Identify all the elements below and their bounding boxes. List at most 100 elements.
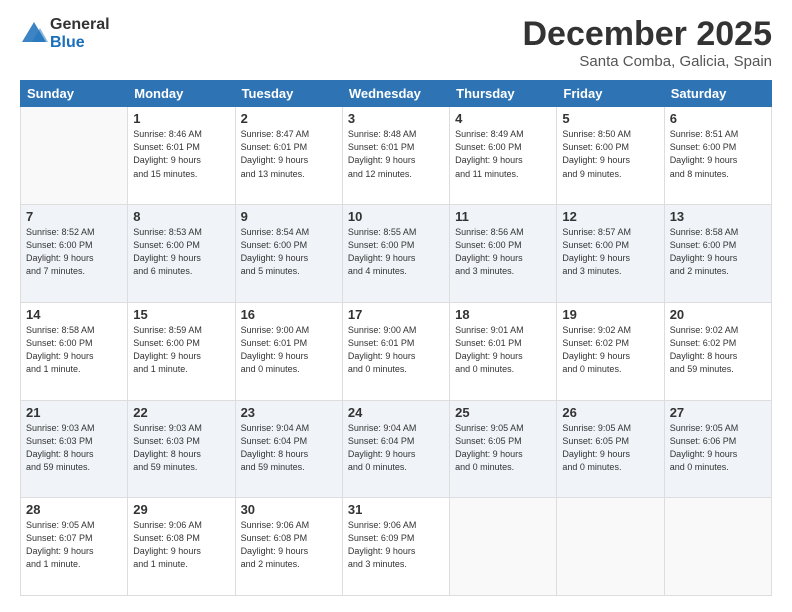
calendar-week-row: 14 Sunrise: 8:58 AM Sunset: 6:00 PM Dayli… bbox=[21, 302, 772, 400]
day-info: Sunrise: 8:48 AM Sunset: 6:01 PM Dayligh… bbox=[348, 128, 444, 180]
day-number: 26 bbox=[562, 405, 658, 420]
table-row: 18 Sunrise: 9:01 AM Sunset: 6:01 PM Dayli… bbox=[450, 302, 557, 400]
table-row: 7 Sunrise: 8:52 AM Sunset: 6:00 PM Daylig… bbox=[21, 205, 128, 303]
day-number: 6 bbox=[670, 111, 766, 126]
table-row: 29 Sunrise: 9:06 AM Sunset: 6:08 PM Dayli… bbox=[128, 498, 235, 596]
table-row: 30Sunrise: 9:06 AM Sunset: 6:08 PM Dayli… bbox=[235, 498, 342, 596]
day-number: 31 bbox=[348, 502, 444, 517]
day-info: Sunrise: 8:46 AM Sunset: 6:01 PM Dayligh… bbox=[133, 128, 229, 180]
header-thursday: Thursday bbox=[450, 81, 557, 107]
table-row: 14 Sunrise: 8:58 AM Sunset: 6:00 PM Dayli… bbox=[21, 302, 128, 400]
day-info: Sunrise: 9:03 AM Sunset: 6:03 PM Dayligh… bbox=[26, 422, 122, 474]
day-info: Sunrise: 9:05 AM Sunset: 6:05 PM Dayligh… bbox=[562, 422, 658, 474]
day-number: 2 bbox=[241, 111, 337, 126]
month-title: December 2025 bbox=[522, 16, 772, 53]
table-row: 25Sunrise: 9:05 AM Sunset: 6:05 PM Dayli… bbox=[450, 400, 557, 498]
day-number: 29 bbox=[133, 502, 229, 517]
day-info: Sunrise: 9:01 AM Sunset: 6:01 PM Dayligh… bbox=[455, 324, 551, 376]
header-friday: Friday bbox=[557, 81, 664, 107]
table-row: 8 Sunrise: 8:53 AM Sunset: 6:00 PM Daylig… bbox=[128, 205, 235, 303]
calendar-table: Sunday Monday Tuesday Wednesday Thursday… bbox=[20, 80, 772, 596]
day-number: 18 bbox=[455, 307, 551, 322]
day-info: Sunrise: 9:02 AM Sunset: 6:02 PM Dayligh… bbox=[670, 324, 766, 376]
table-row bbox=[557, 498, 664, 596]
table-row: 17Sunrise: 9:00 AM Sunset: 6:01 PM Dayli… bbox=[342, 302, 449, 400]
day-number: 12 bbox=[562, 209, 658, 224]
day-info: Sunrise: 8:52 AM Sunset: 6:00 PM Dayligh… bbox=[26, 226, 122, 278]
header-saturday: Saturday bbox=[664, 81, 771, 107]
day-number: 10 bbox=[348, 209, 444, 224]
day-info: Sunrise: 8:50 AM Sunset: 6:00 PM Dayligh… bbox=[562, 128, 658, 180]
day-number: 3 bbox=[348, 111, 444, 126]
table-row: 26 Sunrise: 9:05 AM Sunset: 6:05 PM Dayli… bbox=[557, 400, 664, 498]
table-row: 15 Sunrise: 8:59 AM Sunset: 6:00 PM Dayli… bbox=[128, 302, 235, 400]
day-info: Sunrise: 9:00 AM Sunset: 6:01 PM Dayligh… bbox=[348, 324, 444, 376]
table-row: 20 Sunrise: 9:02 AM Sunset: 6:02 PM Dayli… bbox=[664, 302, 771, 400]
table-row: 3 Sunrise: 8:48 AM Sunset: 6:01 PM Daylig… bbox=[342, 107, 449, 205]
table-row: 6Sunrise: 8:51 AM Sunset: 6:00 PM Daylig… bbox=[664, 107, 771, 205]
title-section: December 2025 Santa Comba, Galicia, Spai… bbox=[522, 16, 772, 70]
table-row: 11Sunrise: 8:56 AM Sunset: 6:00 PM Dayli… bbox=[450, 205, 557, 303]
header-wednesday: Wednesday bbox=[342, 81, 449, 107]
day-number: 21 bbox=[26, 405, 122, 420]
header-tuesday: Tuesday bbox=[235, 81, 342, 107]
day-number: 28 bbox=[26, 502, 122, 517]
table-row: 28 Sunrise: 9:05 AM Sunset: 6:07 PM Dayli… bbox=[21, 498, 128, 596]
table-row: 31 Sunrise: 9:06 AM Sunset: 6:09 PM Dayli… bbox=[342, 498, 449, 596]
day-info: Sunrise: 9:03 AM Sunset: 6:03 PM Dayligh… bbox=[133, 422, 229, 474]
day-number: 16 bbox=[241, 307, 337, 322]
day-info: Sunrise: 9:06 AM Sunset: 6:08 PM Dayligh… bbox=[133, 519, 229, 571]
calendar-week-row: 7 Sunrise: 8:52 AM Sunset: 6:00 PM Daylig… bbox=[21, 205, 772, 303]
table-row: 13Sunrise: 8:58 AM Sunset: 6:00 PM Dayli… bbox=[664, 205, 771, 303]
day-info: Sunrise: 9:02 AM Sunset: 6:02 PM Dayligh… bbox=[562, 324, 658, 376]
day-info: Sunrise: 9:06 AM Sunset: 6:09 PM Dayligh… bbox=[348, 519, 444, 571]
table-row bbox=[21, 107, 128, 205]
table-row: 19Sunrise: 9:02 AM Sunset: 6:02 PM Dayli… bbox=[557, 302, 664, 400]
day-number: 27 bbox=[670, 405, 766, 420]
table-row: 2 Sunrise: 8:47 AM Sunset: 6:01 PM Daylig… bbox=[235, 107, 342, 205]
day-number: 4 bbox=[455, 111, 551, 126]
header-sunday: Sunday bbox=[21, 81, 128, 107]
day-info: Sunrise: 8:49 AM Sunset: 6:00 PM Dayligh… bbox=[455, 128, 551, 180]
table-row: 16 Sunrise: 9:00 AM Sunset: 6:01 PM Dayli… bbox=[235, 302, 342, 400]
logo-blue: Blue bbox=[50, 34, 110, 52]
header-monday: Monday bbox=[128, 81, 235, 107]
calendar-week-row: 21 Sunrise: 9:03 AM Sunset: 6:03 PM Dayli… bbox=[21, 400, 772, 498]
table-row bbox=[664, 498, 771, 596]
day-number: 14 bbox=[26, 307, 122, 322]
logo-text: General Blue bbox=[50, 16, 110, 51]
day-info: Sunrise: 9:00 AM Sunset: 6:01 PM Dayligh… bbox=[241, 324, 337, 376]
day-number: 7 bbox=[26, 209, 122, 224]
header: General Blue December 2025 Santa Comba, … bbox=[20, 16, 772, 70]
day-info: Sunrise: 9:05 AM Sunset: 6:06 PM Dayligh… bbox=[670, 422, 766, 474]
day-number: 23 bbox=[241, 405, 337, 420]
day-info: Sunrise: 8:57 AM Sunset: 6:00 PM Dayligh… bbox=[562, 226, 658, 278]
day-info: Sunrise: 8:56 AM Sunset: 6:00 PM Dayligh… bbox=[455, 226, 551, 278]
calendar-body: 1Sunrise: 8:46 AM Sunset: 6:01 PM Daylig… bbox=[21, 107, 772, 596]
day-info: Sunrise: 9:06 AM Sunset: 6:08 PM Dayligh… bbox=[241, 519, 337, 571]
day-info: Sunrise: 9:04 AM Sunset: 6:04 PM Dayligh… bbox=[348, 422, 444, 474]
day-number: 24 bbox=[348, 405, 444, 420]
day-number: 8 bbox=[133, 209, 229, 224]
day-number: 13 bbox=[670, 209, 766, 224]
day-info: Sunrise: 9:05 AM Sunset: 6:07 PM Dayligh… bbox=[26, 519, 122, 571]
table-row: 27 Sunrise: 9:05 AM Sunset: 6:06 PM Dayli… bbox=[664, 400, 771, 498]
day-number: 25 bbox=[455, 405, 551, 420]
day-info: Sunrise: 8:59 AM Sunset: 6:00 PM Dayligh… bbox=[133, 324, 229, 376]
table-row: 24 Sunrise: 9:04 AM Sunset: 6:04 PM Dayli… bbox=[342, 400, 449, 498]
logo-general: General bbox=[50, 16, 110, 34]
day-info: Sunrise: 8:53 AM Sunset: 6:00 PM Dayligh… bbox=[133, 226, 229, 278]
header-row: Sunday Monday Tuesday Wednesday Thursday… bbox=[21, 81, 772, 107]
day-number: 15 bbox=[133, 307, 229, 322]
day-info: Sunrise: 8:47 AM Sunset: 6:01 PM Dayligh… bbox=[241, 128, 337, 180]
table-row: 12 Sunrise: 8:57 AM Sunset: 6:00 PM Dayli… bbox=[557, 205, 664, 303]
day-info: Sunrise: 8:55 AM Sunset: 6:00 PM Dayligh… bbox=[348, 226, 444, 278]
logo-icon bbox=[20, 20, 48, 48]
table-row bbox=[450, 498, 557, 596]
day-info: Sunrise: 8:58 AM Sunset: 6:00 PM Dayligh… bbox=[26, 324, 122, 376]
day-number: 20 bbox=[670, 307, 766, 322]
calendar-week-row: 28 Sunrise: 9:05 AM Sunset: 6:07 PM Dayli… bbox=[21, 498, 772, 596]
table-row: 9Sunrise: 8:54 AM Sunset: 6:00 PM Daylig… bbox=[235, 205, 342, 303]
location: Santa Comba, Galicia, Spain bbox=[522, 53, 772, 70]
table-row: 1Sunrise: 8:46 AM Sunset: 6:01 PM Daylig… bbox=[128, 107, 235, 205]
